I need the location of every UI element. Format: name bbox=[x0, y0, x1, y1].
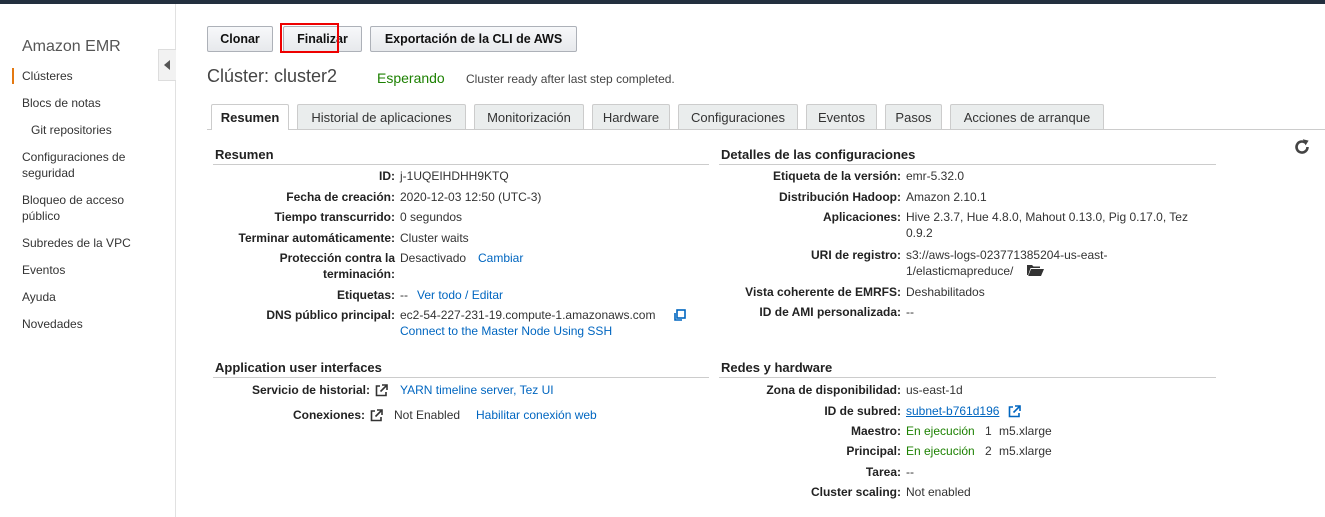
cluster-scaling-label: Cluster scaling: bbox=[810, 485, 901, 499]
release-label: Etiqueta de la versión: bbox=[772, 169, 901, 183]
tab-summary[interactable]: Resumen bbox=[211, 104, 289, 130]
tags-value: -- bbox=[400, 288, 408, 302]
elapsed-value: 0 segundos bbox=[400, 210, 463, 224]
tab-events[interactable]: Eventos bbox=[806, 104, 877, 129]
sidebar-item-events[interactable]: Eventos bbox=[22, 262, 162, 278]
sidebar-item-vpc-subnets[interactable]: Subredes de la VPC bbox=[22, 235, 162, 251]
config-heading: Detalles de las configuraciones bbox=[721, 147, 916, 162]
change-protection-link[interactable]: Cambiar bbox=[478, 250, 523, 266]
master-label: Maestro: bbox=[850, 424, 901, 438]
core-instance-type: m5.xlarge bbox=[999, 444, 1052, 458]
log-uri-value-2: 1/elasticmapreduce/ bbox=[906, 264, 1014, 278]
aws-cli-export-button[interactable]: Exportación de la CLI de AWS bbox=[370, 26, 577, 52]
app-ui-heading: Application user interfaces bbox=[215, 360, 382, 375]
auto-terminate-value: Cluster waits bbox=[400, 231, 469, 245]
tab-steps[interactable]: Pasos bbox=[885, 104, 942, 129]
core-label: Principal: bbox=[846, 444, 901, 458]
copy-icon[interactable] bbox=[673, 309, 686, 322]
log-uri-label: URI de registro: bbox=[810, 248, 901, 262]
status-badge: Esperando bbox=[377, 70, 445, 86]
sidebar-item-block-public-access[interactable]: Bloqueo de acceso público bbox=[22, 192, 162, 224]
status-description: Cluster ready after last step completed. bbox=[466, 72, 675, 86]
master-dns-value: ec2-54-227-231-19.compute-1.amazonaws.co… bbox=[400, 308, 656, 322]
applications-label: Aplicaciones: bbox=[822, 210, 901, 224]
created-value: 2020-12-03 12:50 (UTC-3) bbox=[400, 190, 542, 204]
custom-ami-label: ID de AMI personalizada: bbox=[759, 305, 901, 319]
hadoop-label: Distribución Hadoop: bbox=[779, 190, 901, 204]
log-uri-value-1: s3://aws-logs-023771385204-us-east- bbox=[906, 248, 1108, 262]
custom-ami-value: -- bbox=[906, 305, 914, 319]
terminate-button[interactable]: Finalizar bbox=[283, 26, 362, 52]
app-ui-divider bbox=[213, 377, 709, 378]
elapsed-label: Tiempo transcurrido: bbox=[274, 210, 395, 224]
termination-protection-label-2: terminación: bbox=[322, 267, 395, 281]
connections-label: Conexiones: bbox=[292, 408, 365, 422]
clone-button[interactable]: Clonar bbox=[207, 26, 273, 52]
applications-value-2: 0.9.2 bbox=[906, 226, 933, 240]
release-value: emr-5.32.0 bbox=[906, 169, 965, 183]
cluster-id-value: j-1UQEIHDHH9KTQ bbox=[400, 169, 509, 183]
created-label: Fecha de creación: bbox=[286, 190, 395, 204]
config-divider bbox=[719, 164, 1216, 165]
auto-terminate-label: Terminar automáticamente: bbox=[238, 231, 396, 245]
core-count: 2 bbox=[985, 444, 992, 458]
enable-web-connection-link[interactable]: Habilitar conexión web bbox=[476, 407, 597, 423]
tab-bootstrap-actions[interactable]: Acciones de arranque bbox=[950, 104, 1104, 129]
sidebar-collapse-button[interactable] bbox=[158, 49, 176, 81]
sidebar: Amazon EMR Clústeres Blocs de notas Git … bbox=[0, 4, 176, 517]
top-bar bbox=[0, 0, 1325, 4]
task-value: -- bbox=[906, 465, 914, 479]
page-title: Clúster: cluster2 bbox=[207, 66, 338, 86]
yarn-timeline-link[interactable]: YARN timeline server, Tez UI bbox=[400, 382, 554, 398]
tab-hardware[interactable]: Hardware bbox=[592, 104, 670, 129]
tabs-divider bbox=[207, 129, 1325, 130]
sidebar-item-whats-new[interactable]: Novedades bbox=[22, 316, 162, 332]
applications-value-1: Hive 2.3.7, Hue 4.8.0, Mahout 0.13.0, Pi… bbox=[906, 210, 1188, 224]
cluster-scaling-value: Not enabled bbox=[906, 485, 971, 499]
sidebar-item-clusters[interactable]: Clústeres bbox=[22, 68, 162, 84]
external-link-icon[interactable] bbox=[1008, 405, 1021, 418]
master-count: 1 bbox=[985, 424, 992, 438]
subnet-id-link[interactable]: subnet-b761d196 bbox=[906, 403, 999, 419]
termination-protection-label-1: Protección contra la bbox=[279, 251, 395, 265]
history-server-label: Servicio de historial: bbox=[251, 383, 370, 397]
emrfs-label: Vista coherente de EMRFS: bbox=[745, 285, 901, 299]
summary-heading: Resumen bbox=[215, 147, 274, 162]
view-edit-tags-link[interactable]: Ver todo / Editar bbox=[417, 287, 503, 303]
subnet-id-label: ID de subred: bbox=[824, 404, 901, 418]
core-status: En ejecución bbox=[906, 444, 975, 458]
tags-label: Etiquetas: bbox=[336, 288, 395, 302]
sidebar-item-help[interactable]: Ayuda bbox=[22, 289, 162, 305]
master-instance-type: m5.xlarge bbox=[999, 424, 1052, 438]
hadoop-value: Amazon 2.10.1 bbox=[906, 190, 987, 204]
sidebar-item-notebooks[interactable]: Blocs de notas bbox=[22, 95, 162, 111]
ssh-connect-link[interactable]: Connect to the Master Node Using SSH bbox=[400, 323, 612, 339]
summary-divider bbox=[213, 164, 709, 165]
cluster-id-label: ID: bbox=[379, 169, 395, 183]
external-link-icon bbox=[375, 384, 388, 397]
tab-application-history[interactable]: Historial de aplicaciones bbox=[297, 104, 466, 129]
active-indicator bbox=[12, 68, 14, 84]
sidebar-item-git-repositories[interactable]: Git repositories bbox=[31, 122, 171, 138]
tab-monitoring[interactable]: Monitorización bbox=[474, 104, 584, 129]
tab-configurations[interactable]: Configuraciones bbox=[678, 104, 798, 129]
folder-open-icon[interactable] bbox=[1027, 264, 1044, 276]
availability-zone-value: us-east-1d bbox=[906, 383, 963, 397]
task-label: Tarea: bbox=[865, 465, 901, 479]
sidebar-item-security-configurations[interactable]: Configuraciones de seguridad bbox=[22, 149, 162, 181]
caret-left-icon bbox=[164, 60, 170, 70]
refresh-icon[interactable] bbox=[1293, 138, 1311, 156]
termination-protection-value: Desactivado bbox=[400, 251, 467, 265]
external-link-icon bbox=[370, 409, 383, 422]
emrfs-value: Deshabilitados bbox=[906, 285, 985, 299]
network-divider bbox=[719, 377, 1216, 378]
sidebar-title[interactable]: Amazon EMR bbox=[22, 38, 121, 56]
availability-zone-label: Zona de disponibilidad: bbox=[766, 383, 901, 397]
master-status: En ejecución bbox=[906, 424, 975, 438]
network-heading: Redes y hardware bbox=[721, 360, 833, 375]
connections-value: Not Enabled bbox=[394, 408, 461, 422]
master-dns-label: DNS público principal: bbox=[266, 308, 395, 322]
